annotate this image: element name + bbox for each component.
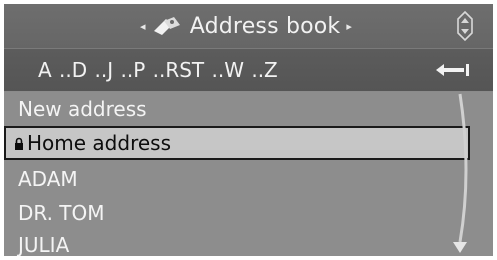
scroll-down-icon bbox=[453, 242, 467, 253]
list-item-adam[interactable]: ADAM bbox=[4, 162, 470, 196]
list-item-julia[interactable]: JULIA bbox=[4, 228, 470, 256]
title-group[interactable]: ◂ Address book ▸ bbox=[134, 4, 358, 48]
list-item-new-address[interactable]: New address bbox=[4, 92, 470, 126]
address-book-icon bbox=[153, 17, 180, 35]
alphabet-bar: A ..D ..J ..P ..RST ..W ..Z bbox=[4, 48, 493, 91]
page-title: Address book bbox=[189, 13, 341, 39]
list-item-label: JULIA bbox=[18, 233, 70, 256]
list-item-home-address[interactable]: Home address bbox=[4, 126, 470, 160]
list-item-label: ADAM bbox=[18, 167, 78, 191]
list-item-dr-tom[interactable]: DR. TOM bbox=[4, 196, 470, 230]
address-list: New address Home address ADAM DR. TOM JU… bbox=[4, 92, 493, 256]
controller-direction-icon bbox=[457, 10, 473, 42]
list-item-label: DR. TOM bbox=[18, 201, 105, 225]
idrive-screen: ◂ Address book ▸ A ..D ..J ..P ..RST ..W… bbox=[4, 4, 493, 256]
list-item-label: New address bbox=[18, 97, 147, 121]
scroll-indicator[interactable] bbox=[442, 92, 482, 256]
lock-icon bbox=[15, 137, 23, 150]
prev-arrow-icon[interactable]: ◂ bbox=[140, 20, 146, 33]
alphabet-selector[interactable]: A ..D ..J ..P ..RST ..W ..Z bbox=[38, 49, 278, 91]
list-item-label: Home address bbox=[27, 131, 171, 155]
header-bar: ◂ Address book ▸ bbox=[4, 4, 493, 48]
next-arrow-icon[interactable]: ▸ bbox=[346, 20, 352, 33]
back-arrow-icon[interactable] bbox=[430, 59, 474, 81]
